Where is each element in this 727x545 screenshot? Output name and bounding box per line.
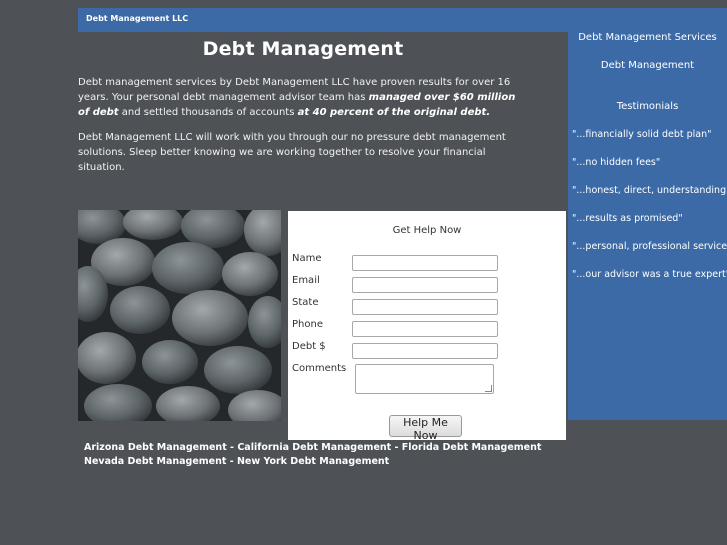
footer-link-florida[interactable]: Florida Debt Management <box>402 442 542 453</box>
phone-field[interactable] <box>352 321 498 337</box>
form-title: Get Help Now <box>392 225 462 236</box>
testimonial-item: "...no hidden fees" <box>572 157 661 168</box>
email-field[interactable] <box>352 277 498 293</box>
sidebar-link-debt-management-services[interactable]: Debt Management Services <box>568 32 727 43</box>
footer-separator: - <box>226 442 238 453</box>
comments-textarea[interactable] <box>355 364 494 394</box>
footer-link-nevada[interactable]: Nevada Debt Management <box>84 456 226 467</box>
testimonial-item: "...honest, direct, understanding" <box>572 185 727 196</box>
name-label: Name <box>292 253 322 264</box>
footer-link-arizona[interactable]: Arizona Debt Management <box>84 442 227 453</box>
testimonial-item: "...our advisor was a true expert" <box>572 269 727 280</box>
footer-links-row-2: Nevada Debt Management - New York Debt M… <box>84 456 564 467</box>
comments-label: Comments <box>292 363 347 374</box>
testimonial-item: "...results as promised" <box>572 213 683 224</box>
footer-separator: - <box>391 442 402 453</box>
email-label: Email <box>292 275 320 286</box>
header-bar: Debt Management LLC <box>78 8 727 32</box>
sidebar: Debt Management Services Debt Management… <box>568 32 727 420</box>
testimonial-item: "...financially solid debt plan" <box>572 129 712 140</box>
name-field[interactable] <box>352 255 498 271</box>
sidebar-link-debt-management[interactable]: Debt Management <box>568 60 727 71</box>
resize-handle-icon[interactable] <box>485 385 492 392</box>
state-field[interactable] <box>352 299 498 315</box>
phone-label: Phone <box>292 319 323 330</box>
solutions-paragraph: Debt Management LLC will work with you t… <box>78 132 506 173</box>
footer-link-new-york[interactable]: New York Debt Management <box>237 456 389 467</box>
footer-links-row-1: Arizona Debt Management - California Deb… <box>84 442 564 453</box>
site-brand[interactable]: Debt Management LLC <box>86 14 188 23</box>
footer-separator: - <box>226 456 237 467</box>
intro-text-2: and settled thousands of accounts <box>118 107 298 118</box>
debt-label: Debt $ <box>292 341 326 352</box>
intro-emphasis-2: at 40 percent of the original debt. <box>297 107 491 118</box>
debt-field[interactable] <box>352 343 498 359</box>
testimonial-item: "...personal, professional service" <box>572 241 727 252</box>
intro-paragraph: Debt management services by Debt Managem… <box>78 75 528 120</box>
help-me-now-button[interactable]: Help Me Now <box>389 415 462 442</box>
page-title: Debt Management <box>202 38 404 60</box>
testimonials-heading: Testimonials <box>616 101 679 112</box>
help-form: Get Help Now Name Email State Phone Debt… <box>288 211 566 442</box>
footer-link-california[interactable]: California Debt Management <box>237 442 391 453</box>
stones-image <box>78 210 281 421</box>
state-label: State <box>292 297 319 308</box>
main-content: Debt Management Debt management services… <box>78 32 568 442</box>
